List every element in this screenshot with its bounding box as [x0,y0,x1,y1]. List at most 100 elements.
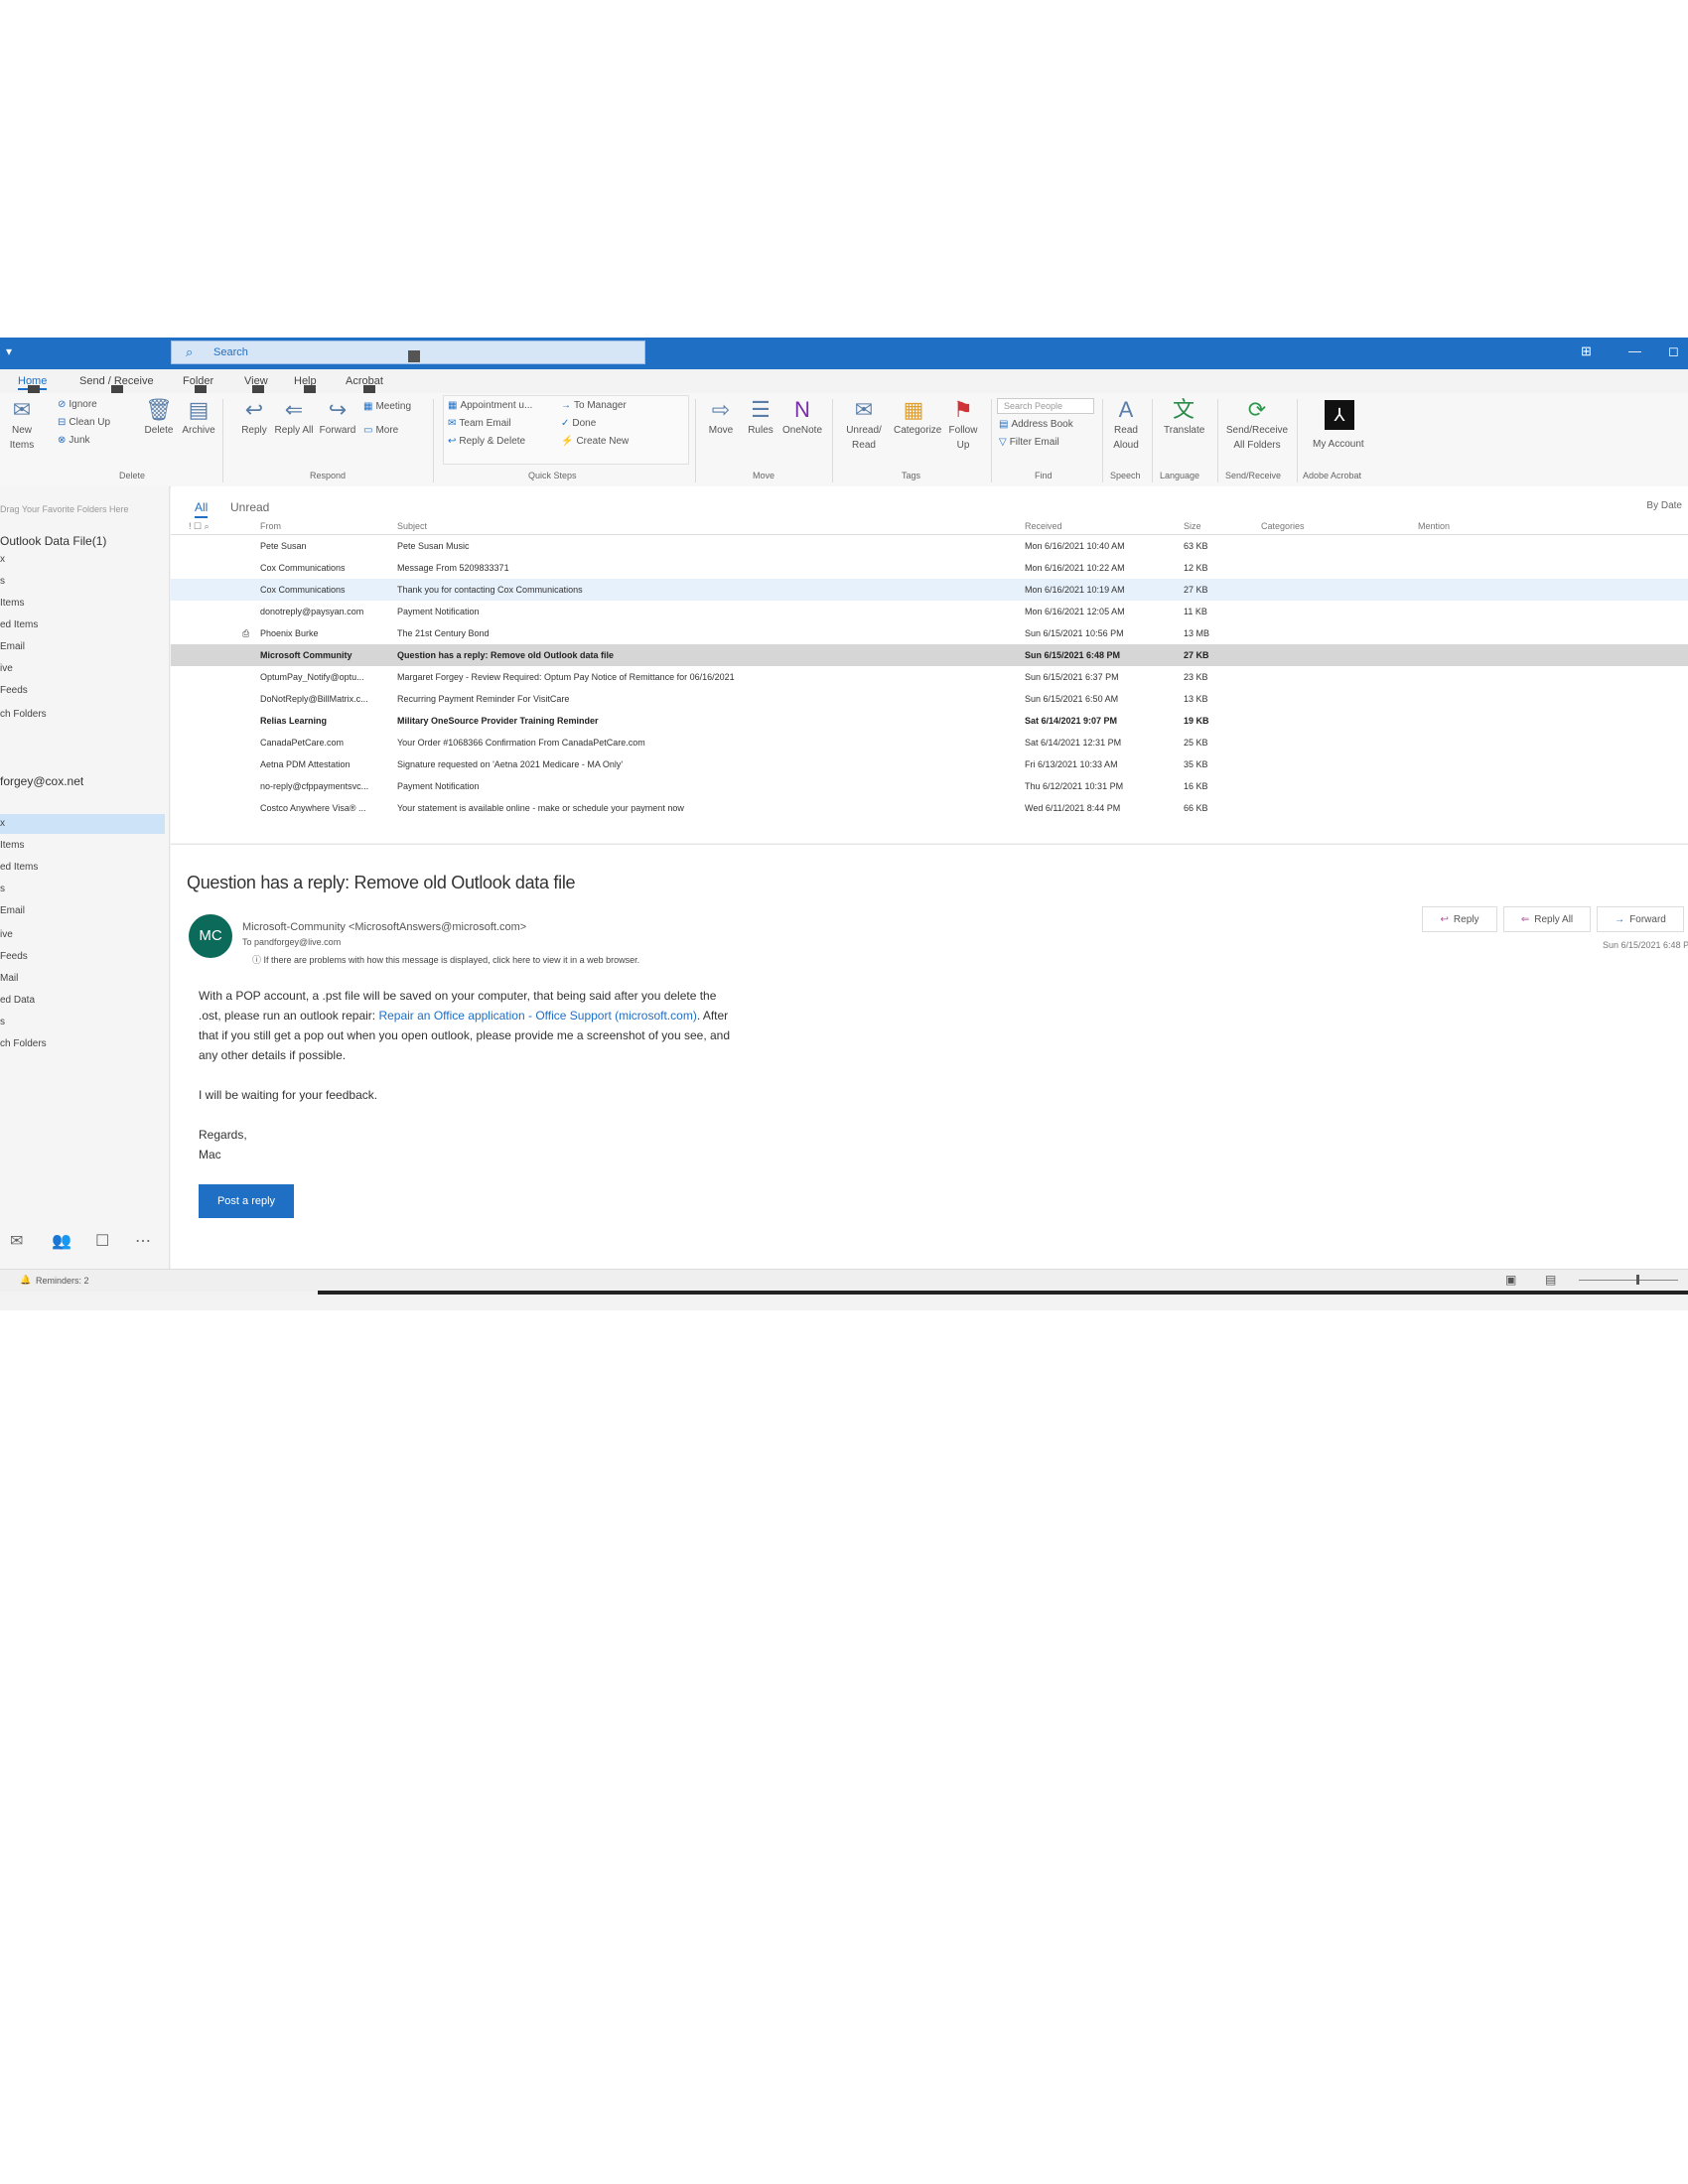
new-items-button[interactable]: ✉ New Items [2,397,42,453]
ribbon-display-icon[interactable]: ⊞ [1581,343,1592,359]
forward-button[interactable]: → Forward [1597,906,1684,932]
quick-step-reply-delete[interactable]: ↩ Reply & Delete [448,436,525,447]
folder-item[interactable]: Items [0,840,24,851]
search-box[interactable]: ⌕ Search [171,341,645,364]
archive-button[interactable]: ▤ Archive [179,397,218,438]
folder-item[interactable]: ch Folders [0,709,47,720]
account-header[interactable]: forgey@cox.net [0,774,83,788]
outlook-data-file[interactable]: Outlook Data File(1) [0,534,106,548]
tasks-icon[interactable]: ☐ [95,1231,109,1251]
message-row[interactable]: donotreply@paysyan.com Payment Notificat… [171,601,1688,622]
read-aloud-button[interactable]: A Read Aloud [1106,397,1146,453]
quick-step-team-email[interactable]: ✉ Team Email [448,418,511,429]
message-row[interactable]: Cox Communications Message From 52098333… [171,557,1688,579]
row-from: DoNotReply@BillMatrix.c... [260,694,368,704]
reply-button[interactable]: ↩ Reply [1422,906,1497,932]
post-reply-button[interactable]: Post a reply [199,1184,294,1218]
repair-office-link[interactable]: Repair an Office application - Office Su… [378,1009,696,1023]
reply-all-button[interactable]: ⇐ Reply All [274,397,314,438]
quick-step-create-new[interactable]: ⚡ Create New [561,436,629,447]
reminders-status[interactable]: Reminders: 2 [36,1276,89,1286]
filter-all[interactable]: All [195,500,209,518]
folder-item[interactable]: x [0,554,5,565]
folder-item[interactable]: s [0,884,5,894]
message-row[interactable]: Pete Susan Pete Susan Music Mon 6/16/202… [171,535,1688,557]
delete-button[interactable]: 🗑 Delete [139,397,179,438]
folder-item[interactable]: ed Items [0,619,38,630]
quick-step-done[interactable]: ✓ Done [561,418,596,429]
column-subject[interactable]: Subject [397,521,427,531]
message-row[interactable]: Aetna PDM Attestation Signature requeste… [171,753,1688,775]
quick-step-to-manager[interactable]: → To Manager [561,400,627,411]
reading-view-icon[interactable]: ▤ [1545,1273,1556,1287]
message-row[interactable]: Cox Communications Thank you for contact… [171,579,1688,601]
zoom-slider[interactable] [1579,1280,1678,1281]
folder-item[interactable]: Email [0,905,25,916]
maximize-button[interactable]: ◻ [1668,343,1679,359]
folder-item[interactable]: ive [0,929,13,940]
message-row[interactable]: no-reply@cfppaymentsvc... Payment Notifi… [171,775,1688,797]
folder-item[interactable]: ch Folders [0,1038,47,1049]
categorize-button[interactable]: ▦ Categorize [894,397,941,438]
message-row[interactable]: ⎙ Phoenix Burke The 21st Century Bond Su… [171,622,1688,644]
folder-item[interactable]: Feeds [0,951,28,962]
reply-all-icon: ⇐ [1520,914,1530,925]
message-row[interactable]: OptumPay_Notify@optu... Margaret Forgey … [171,666,1688,688]
message-row[interactable]: Costco Anywhere Visa® ... Your statement… [171,797,1688,819]
column-received[interactable]: Received [1025,521,1062,531]
more-apps-icon[interactable]: ⋯ [135,1231,151,1251]
row-size: 13 KB [1184,694,1208,704]
zoom-slider-thumb[interactable] [1636,1275,1639,1285]
message-subject: Question has a reply: Remove old Outlook… [187,873,576,892]
sender-line[interactable]: Microsoft-Community <MicrosoftAnswers@mi… [242,921,526,933]
folder-item[interactable]: s [0,576,5,587]
more-button[interactable]: ▭ More [363,425,398,436]
move-button[interactable]: ⇨ Move [701,397,741,438]
onenote-button[interactable]: N OneNote [782,397,822,438]
quick-step-appointment[interactable]: ▦ Appointment u... [448,400,532,411]
ignore-button[interactable]: ⊘ Ignore [58,399,97,410]
mail-icon[interactable]: ✉ [10,1231,23,1251]
quick-access-icon[interactable]: ▾ [6,344,12,358]
display-notice[interactable]: ⓘ If there are problems with how this me… [252,953,639,966]
minimize-button[interactable]: — [1628,343,1641,358]
unread-read-button[interactable]: ✉ Unread/ Read [844,397,884,453]
clean-up-button[interactable]: ⊟ Clean Up [58,417,110,428]
send-receive-all-button[interactable]: ⟳ Send/Receive All Folders [1223,397,1291,453]
importance-column-icon[interactable]: ! ☐ ⌕ [189,521,210,532]
folder-item-selected[interactable]: x [0,818,5,829]
filter-unread[interactable]: Unread [230,500,269,514]
reply-all-button[interactable]: ⇐ Reply All [1503,906,1591,932]
my-account-button[interactable]: My Account [1313,439,1364,450]
message-row[interactable]: Relias Learning Military OneSource Provi… [171,710,1688,732]
folder-item[interactable]: ed Data [0,995,35,1006]
normal-view-icon[interactable]: ▣ [1505,1273,1516,1287]
column-from[interactable]: From [260,521,281,531]
forward-button[interactable]: ↪ Forward [318,397,357,438]
message-row[interactable]: DoNotReply@BillMatrix.c... Recurring Pay… [171,688,1688,710]
group-separator [991,399,992,482]
junk-button[interactable]: ⊗ Junk [58,435,90,446]
rules-button[interactable]: ☰ Rules [741,397,780,438]
column-size[interactable]: Size [1184,521,1201,531]
folder-item[interactable]: ive [0,663,13,674]
message-row-selected[interactable]: Microsoft Community Question has a reply… [171,644,1688,666]
follow-up-button[interactable]: ⚑ Follow Up [943,397,983,453]
translate-button[interactable]: 文 Translate [1164,397,1204,438]
sort-by-date[interactable]: By Date [1646,500,1682,511]
search-people-input[interactable]: Search People [997,398,1094,414]
column-categories[interactable]: Categories [1261,521,1305,531]
folder-item[interactable]: Items [0,598,24,609]
folder-item[interactable]: ed Items [0,862,38,873]
column-mention[interactable]: Mention [1418,521,1450,531]
folder-item[interactable]: Feeds [0,685,28,696]
filter-email-button[interactable]: ▽ Filter Email [999,437,1059,448]
address-book-button[interactable]: ▤ Address Book [999,419,1073,430]
folder-item[interactable]: Email [0,641,25,652]
folder-item[interactable]: s [0,1017,5,1027]
meeting-button[interactable]: ▦ Meeting [363,401,411,412]
reply-button[interactable]: ↩ Reply [234,397,274,438]
folder-item[interactable]: Mail [0,973,18,984]
message-row[interactable]: CanadaPetCare.com Your Order #1068366 Co… [171,732,1688,753]
people-icon[interactable]: 👥 [52,1231,71,1251]
